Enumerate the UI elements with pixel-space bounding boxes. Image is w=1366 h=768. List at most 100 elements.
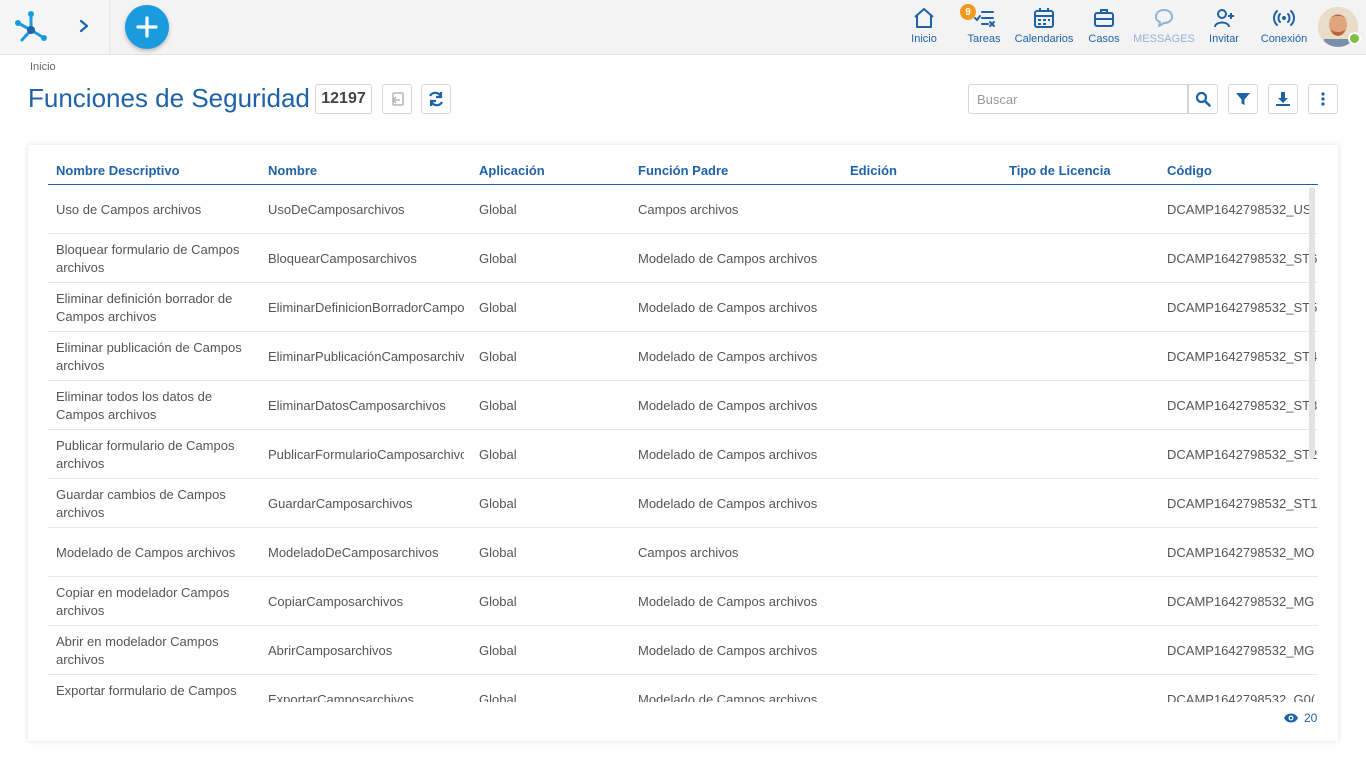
cell-tipo-licencia [1009, 283, 1159, 332]
cell-edicion [850, 283, 1000, 332]
cell-tipo-licencia [1009, 332, 1159, 381]
cell-edicion [850, 185, 1000, 234]
visible-rows-indicator[interactable]: 20 [1283, 711, 1317, 725]
top-bar: Inicio 9 Tareas Calendarios Casos MESSAG… [0, 0, 1366, 55]
nav-label: Inicio [911, 33, 937, 45]
nav-messages[interactable]: MESSAGES [1133, 6, 1195, 50]
nav-label: Calendarios [1014, 33, 1074, 45]
table-row[interactable]: Eliminar definición borrador de Campos a… [48, 283, 1318, 332]
nav-label: Tareas [967, 33, 1001, 45]
cell-codigo: DCAMP1642798532_MO [1167, 544, 1315, 560]
nav-conexion[interactable]: Conexión [1258, 6, 1310, 50]
logo-icon[interactable] [12, 8, 50, 46]
cell-funcion-padre: Modelado de Campos archivos [638, 593, 818, 609]
table-row[interactable]: Modelado de Campos archivos ModeladoDeCam… [48, 528, 1318, 577]
table-row[interactable]: Exportar formulario de Campos archivos Ex… [48, 675, 1318, 703]
cell-nombre: UsoDeCamposarchivos [268, 201, 405, 217]
cell-edicion [850, 528, 1000, 577]
cell-tipo-licencia [1009, 626, 1159, 675]
column-header-edicion[interactable]: Edición [850, 163, 897, 178]
cell-tipo-licencia [1009, 234, 1159, 283]
cell-nombre-descriptivo: Eliminar todos los datos de Campos archi… [56, 388, 213, 422]
chevron-right-icon[interactable] [74, 16, 94, 36]
cell-nombre: EliminarDefinicionBorradorCampo [268, 299, 464, 315]
cell-nombre-descriptivo: Eliminar definición borrador de Campos a… [56, 290, 233, 324]
table-row[interactable]: Bloquear formulario de Campos archivos Bl… [48, 234, 1318, 283]
search-button[interactable] [1188, 84, 1218, 114]
column-header-tipo-licencia[interactable]: Tipo de Licencia [1009, 163, 1111, 178]
refresh-button[interactable] [421, 84, 451, 114]
cell-edicion [850, 234, 1000, 283]
cell-nombre-descriptivo: Guardar cambios de Campos archivos [56, 486, 226, 520]
nav-casos[interactable]: Casos [1086, 6, 1122, 50]
table-row[interactable]: Abrir en modelador Campos archivos AbrirC… [48, 626, 1318, 675]
cell-edicion [850, 430, 1000, 479]
table-scrollbar[interactable] [1309, 187, 1315, 459]
nav-tareas[interactable]: 9 Tareas [960, 4, 1004, 50]
column-header-aplicacion[interactable]: Aplicación [479, 163, 545, 178]
nav-calendarios[interactable]: Calendarios [1014, 6, 1074, 50]
download-button[interactable] [1268, 84, 1298, 114]
cell-nombre: ExportarCamposarchivos [268, 691, 414, 703]
cell-codigo: DCAMP1642798532_USI [1167, 201, 1316, 217]
filter-icon [1236, 93, 1250, 105]
search-icon [1195, 91, 1211, 107]
cell-nombre-descriptivo: Modelado de Campos archivos [56, 544, 236, 560]
cell-nombre: EliminarDatosCamposarchivos [268, 397, 446, 413]
table-row[interactable]: Eliminar publicación de Campos archivos E… [48, 332, 1318, 381]
cell-nombre: AbrirCamposarchivos [268, 642, 393, 658]
cell-nombre: EliminarPublicaciónCamposarchiv [268, 348, 464, 364]
table-row[interactable]: Copiar en modelador Campos archivos Copia… [48, 577, 1318, 626]
cell-nombre: CopiarCamposarchivos [268, 593, 404, 609]
search-input[interactable] [968, 84, 1188, 114]
cell-funcion-padre: Modelado de Campos archivos [638, 495, 818, 511]
cell-nombre: PublicarFormularioCamposarchivo [268, 446, 464, 462]
cell-codigo: DCAMP1642798532_ST4 [1167, 348, 1317, 364]
table-row[interactable]: Guardar cambios de Campos archivos Guarda… [48, 479, 1318, 528]
cell-codigo: DCAMP1642798532_MG [1167, 593, 1315, 609]
column-header-codigo[interactable]: Código [1167, 163, 1212, 178]
nav-inicio[interactable]: Inicio [906, 6, 942, 50]
briefcase-icon [1094, 9, 1114, 27]
cell-nombre-descriptivo: Copiar en modelador Campos archivos [56, 584, 230, 618]
table-body: Uso de Campos archivos UsoDeCamposarchivo… [48, 185, 1318, 702]
tasks-badge: 9 [960, 4, 976, 20]
cell-nombre: GuardarCamposarchivos [268, 495, 413, 511]
create-new-button[interactable] [125, 5, 169, 49]
cell-aplicacion: Global [479, 348, 517, 364]
cell-codigo: DCAMP1642798532_ST3 [1167, 397, 1317, 413]
nav-label: Invitar [1209, 33, 1239, 45]
filter-button[interactable] [1228, 84, 1258, 114]
nav-label: Casos [1088, 33, 1120, 45]
table-row[interactable]: Uso de Campos archivos UsoDeCamposarchivo… [48, 185, 1318, 234]
table-row[interactable]: Publicar formulario de Campos archivos Pu… [48, 430, 1318, 479]
refresh-icon [429, 91, 443, 107]
table-header: Nombre Descriptivo Nombre Aplicación Fun… [48, 161, 1318, 185]
download-icon [1276, 92, 1290, 106]
column-header-nombre[interactable]: Nombre [268, 163, 317, 178]
cell-funcion-padre: Modelado de Campos archivos [638, 446, 818, 462]
cell-tipo-licencia [1009, 528, 1159, 577]
cell-codigo: DCAMP1642798532_G0( [1167, 691, 1316, 703]
cell-tipo-licencia [1009, 675, 1159, 702]
cell-aplicacion: Global [479, 446, 517, 462]
table-row[interactable]: Eliminar todos los datos de Campos archi… [48, 381, 1318, 430]
more-options-button[interactable] [1308, 84, 1338, 114]
home-icon [914, 8, 934, 28]
cell-funcion-padre: Campos archivos [638, 544, 739, 560]
cell-aplicacion: Global [479, 299, 517, 315]
breadcrumb[interactable]: Inicio [30, 61, 56, 73]
column-header-funcion-padre[interactable]: Función Padre [638, 163, 728, 178]
back-document-icon [391, 92, 404, 106]
cell-funcion-padre: Modelado de Campos archivos [638, 691, 818, 703]
back-button[interactable] [382, 84, 412, 114]
cell-funcion-padre: Modelado de Campos archivos [638, 299, 818, 315]
logo-area [0, 0, 110, 54]
cell-tipo-licencia [1009, 185, 1159, 234]
column-header-nombre-descriptivo[interactable]: Nombre Descriptivo [56, 163, 180, 178]
nav-invitar[interactable]: Invitar [1206, 6, 1242, 50]
cell-funcion-padre: Modelado de Campos archivos [638, 250, 818, 266]
cell-aplicacion: Global [479, 593, 517, 609]
cell-codigo: DCAMP1642798532_MG [1167, 642, 1315, 658]
cell-funcion-padre: Modelado de Campos archivos [638, 397, 818, 413]
